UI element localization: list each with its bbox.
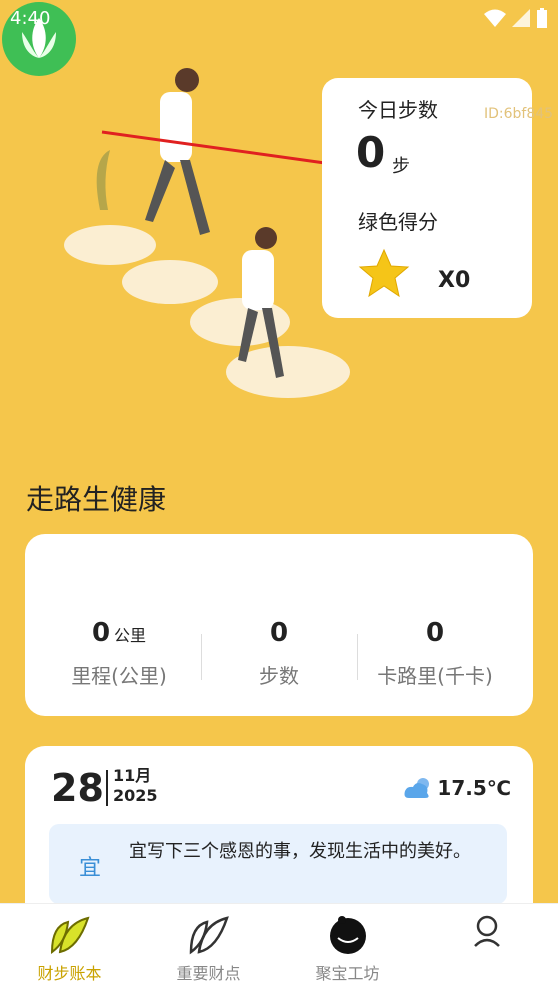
tab-ledger[interactable]: 财步账本 <box>0 904 139 993</box>
date-weather-card: 28 11月 2025 17.5℃ 宜 宜写下三个感恩的事，发现生活中的美好。 <box>25 746 533 926</box>
date-divider <box>106 770 108 806</box>
tab-ledger-label: 财步账本 <box>37 964 102 983</box>
tab-key-points[interactable]: 重要财点 <box>139 904 278 993</box>
stat-distance: 0 公里 里程(公里) <box>39 618 199 689</box>
watermark: ID:6bf845 <box>484 106 554 122</box>
date-month: 11月 <box>113 766 152 785</box>
section-title: 走路生健康 <box>26 483 167 516</box>
weather: 17.5℃ <box>403 776 511 800</box>
stat-steps-label: 步数 <box>259 664 299 688</box>
tab-profile[interactable] <box>417 904 556 993</box>
status-icons <box>484 8 548 28</box>
leaf-outline-icon <box>189 916 229 955</box>
stat-distance-unit: 公里 <box>114 626 147 645</box>
green-score-title: 绿色得分 <box>358 210 438 234</box>
stat-steps-value: 0 <box>269 618 289 648</box>
stat-steps: 0 步数 <box>199 618 359 689</box>
signal-icon <box>512 9 530 27</box>
stat-distance-value: 0 <box>91 618 111 648</box>
profile-icon <box>473 915 500 947</box>
tab-key-points-label: 重要财点 <box>176 964 241 983</box>
green-score-value: X0 <box>438 268 471 293</box>
star-icon <box>358 248 410 298</box>
bottom-tab-bar: 财步账本 重要财点 聚宝工坊 <box>0 903 558 993</box>
hero-illustration <box>30 60 360 410</box>
stat-calories-label: 卡路里(千卡) <box>377 664 493 688</box>
cloud-sun-icon <box>404 778 430 798</box>
temperature: 17.5℃ <box>437 776 511 800</box>
date-day: 28 <box>51 766 104 810</box>
wifi-icon <box>484 9 506 27</box>
battery-icon <box>537 8 547 28</box>
walking-stats-card: 0 公里 里程(公里) 0 步数 0 卡路里(千卡) <box>25 534 533 716</box>
advice-text: 宜写下三个感恩的事，发现生活中的美好。 <box>129 841 471 862</box>
pointer-arrow <box>101 130 350 172</box>
tab-workshop-label: 聚宝工坊 <box>315 964 380 983</box>
date-month-year: 11月 2025 <box>113 766 158 806</box>
steps-unit: 步 <box>392 156 410 177</box>
tab-workshop[interactable]: 聚宝工坊 <box>278 904 417 993</box>
stat-calories-value: 0 <box>425 618 445 648</box>
stat-distance-label: 里程(公里) <box>71 664 167 688</box>
bird-icon <box>329 916 366 954</box>
status-time: 4:40 <box>10 8 51 29</box>
steps-value: 0 <box>356 128 386 177</box>
stat-calories: 0 卡路里(千卡) <box>355 618 515 689</box>
steps-title: 今日步数 <box>358 98 438 122</box>
date-year: 2025 <box>113 786 158 805</box>
advice-tag: 宜 <box>79 856 102 881</box>
daily-advice: 宜 宜写下三个感恩的事，发现生活中的美好。 <box>49 824 507 904</box>
leaf-icon <box>50 916 90 954</box>
